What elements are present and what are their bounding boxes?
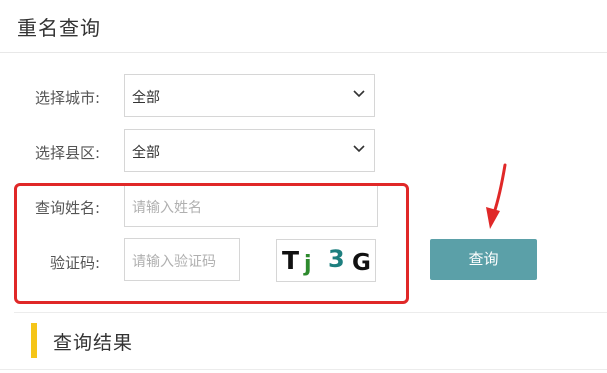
chevron-down-icon	[353, 90, 365, 98]
bottom-divider	[0, 369, 607, 370]
page-title: 重名查询	[17, 16, 101, 40]
county-select[interactable]: 全部	[124, 129, 375, 172]
section-divider	[14, 312, 607, 313]
county-label: 选择县区:	[34, 144, 100, 162]
results-title: 查询结果	[53, 332, 134, 354]
county-select-value: 全部	[132, 145, 160, 161]
city-select-value: 全部	[132, 90, 160, 106]
highlight-box	[14, 183, 409, 304]
query-button[interactable]: 查询	[430, 239, 537, 280]
page-header: 重名查询	[0, 0, 607, 53]
chevron-down-icon	[353, 145, 365, 153]
city-label: 选择城市:	[34, 89, 100, 107]
arrow-annotation-icon	[486, 163, 507, 229]
section-accent-bar	[31, 323, 37, 358]
city-select[interactable]: 全部	[124, 74, 375, 117]
